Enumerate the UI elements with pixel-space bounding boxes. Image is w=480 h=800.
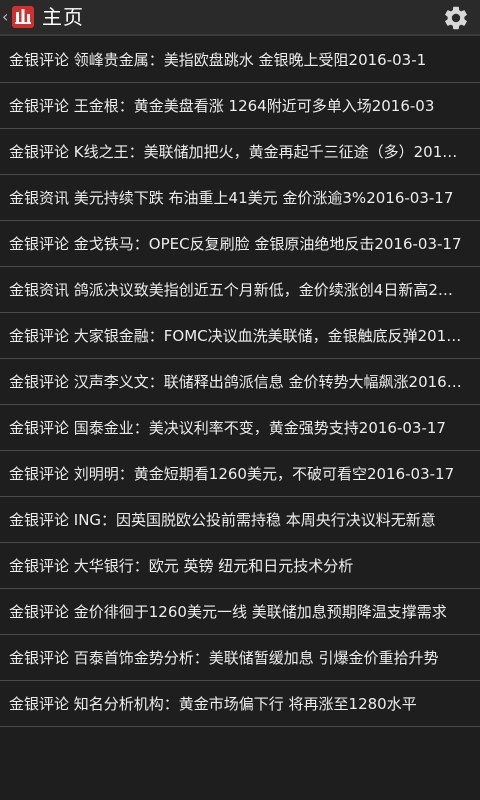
- list-item[interactable]: 金银评论 领峰贵金属：美指欧盘跳水 金银晚上受阻2016-03-1: [0, 37, 480, 83]
- list-item[interactable]: 金银资讯 鸽派决议致美指创近五个月新低，金价续涨创4日新高2…: [0, 267, 480, 313]
- article-title: 金银评论 大华银行：欧元 英镑 纽元和日元技术分析: [9, 557, 354, 575]
- article-title: 金银资讯 鸽派决议致美指创近五个月新低，金价续涨创4日新高2…: [9, 281, 453, 299]
- article-title: 金银评论 刘明明：黄金短期看1260美元，不破可看空2016-03-17: [9, 465, 455, 483]
- article-title: 金银评论 百泰首饰金势分析：美联储暂缓加息 引爆金价重拾升势: [9, 649, 439, 667]
- page-title: 主页: [42, 5, 84, 29]
- list-item[interactable]: 金银评论 金价徘徊于1260美元一线 美联储加息预期降温支撑需求: [0, 589, 480, 635]
- list-item[interactable]: 金银评论 金戈铁马：OPEC反复刷脸 金银原油绝地反击2016-03-17: [0, 221, 480, 267]
- list-item[interactable]: 金银评论 大家银金融：FOMC决议血洗美联储，金银触底反弹201…: [0, 313, 480, 359]
- article-title: 金银评论 金价徘徊于1260美元一线 美联储加息预期降温支撑需求: [9, 603, 447, 621]
- list-item[interactable]: 金银评论 王金根：黄金美盘看涨 1264附近可多单入场2016-03: [0, 83, 480, 129]
- article-title: 金银资讯 美元持续下跌 布油重上41美元 金价涨逾3%2016-03-17: [9, 189, 454, 207]
- list-item[interactable]: 金银评论 ING：因英国脱欧公投前需持稳 本周央行决议料无新意: [0, 497, 480, 543]
- list-item[interactable]: 金银评论 大华银行：欧元 英镑 纽元和日元技术分析: [0, 543, 480, 589]
- article-list: 金银评论 领峰贵金属：美指欧盘跳水 金银晚上受阻2016-03-1 金银评论 王金…: [0, 37, 480, 727]
- back-chevron-icon: ‹: [2, 7, 9, 26]
- list-item[interactable]: 金银资讯 美元持续下跌 布油重上41美元 金价涨逾3%2016-03-17: [0, 175, 480, 221]
- article-title: 金银评论 领峰贵金属：美指欧盘跳水 金银晚上受阻2016-03-1: [9, 51, 427, 69]
- list-item[interactable]: 金银评论 汉声李义文：联储释出鸽派信息 金价转势大幅飙涨2016…: [0, 359, 480, 405]
- article-title: 金银评论 国泰金业：美决议利率不变，黄金强势支持2016-03-17: [9, 419, 446, 437]
- app-screen: ‹ 主页 金银评论 领峰贵金属：美指欧盘跳水 金银晚上受阻2016-03-1 金银…: [0, 0, 480, 800]
- app-logo-icon: [12, 6, 34, 28]
- home-up-button[interactable]: ‹ 主页: [0, 0, 84, 35]
- list-item[interactable]: 金银评论 知名分析机构：黄金市场偏下行 将再涨至1280水平: [0, 681, 480, 727]
- article-title: 金银评论 王金根：黄金美盘看涨 1264附近可多单入场2016-03: [9, 97, 435, 115]
- article-title: 金银评论 汉声李义文：联储释出鸽派信息 金价转势大幅飙涨2016…: [9, 373, 462, 391]
- article-title: 金银评论 ING：因英国脱欧公投前需持稳 本周央行决议料无新意: [9, 511, 436, 529]
- article-title: 金银评论 大家银金融：FOMC决议血洗美联储，金银触底反弹201…: [9, 327, 462, 345]
- action-bar: ‹ 主页: [0, 0, 480, 36]
- list-item[interactable]: 金银评论 国泰金业：美决议利率不变，黄金强势支持2016-03-17: [0, 405, 480, 451]
- list-item[interactable]: 金银评论 刘明明：黄金短期看1260美元，不破可看空2016-03-17: [0, 451, 480, 497]
- list-item[interactable]: 金银评论 百泰首饰金势分析：美联储暂缓加息 引爆金价重拾升势: [0, 635, 480, 681]
- article-title: 金银评论 金戈铁马：OPEC反复刷脸 金银原油绝地反击2016-03-17: [9, 235, 462, 253]
- article-title: 金银评论 知名分析机构：黄金市场偏下行 将再涨至1280水平: [9, 695, 417, 713]
- list-item[interactable]: 金银评论 K线之王：美联储加把火，黄金再起千三征途（多）201…: [0, 129, 480, 175]
- gear-icon[interactable]: [442, 4, 470, 32]
- article-title: 金银评论 K线之王：美联储加把火，黄金再起千三征途（多）201…: [9, 143, 458, 161]
